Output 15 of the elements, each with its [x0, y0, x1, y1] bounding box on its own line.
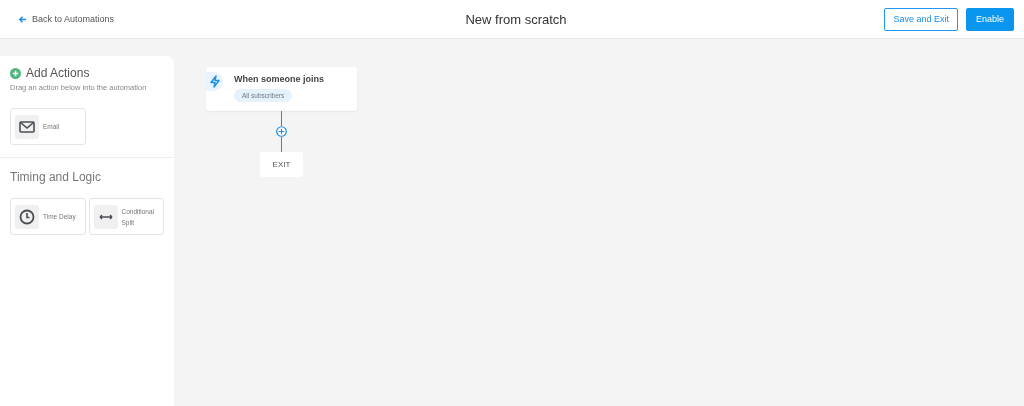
save-exit-button[interactable]: Save and Exit	[884, 7, 958, 31]
add-icon	[10, 67, 21, 79]
trigger-title: When someone joins	[234, 74, 324, 84]
bolt-icon	[206, 72, 223, 91]
split-icon	[98, 213, 113, 220]
back-link[interactable]: Back to Automations	[18, 14, 115, 24]
envelope-icon	[19, 120, 35, 133]
enable-button[interactable]: Enable	[965, 7, 1014, 31]
back-arrow-icon	[18, 14, 27, 24]
section-title: Add Actions	[26, 66, 90, 80]
add-step-icon[interactable]	[276, 126, 287, 137]
page-title: New from scratch	[465, 11, 567, 27]
section-title: Timing and Logic	[10, 170, 101, 184]
exit-node: EXIT	[260, 152, 303, 177]
clock-icon	[19, 208, 35, 225]
